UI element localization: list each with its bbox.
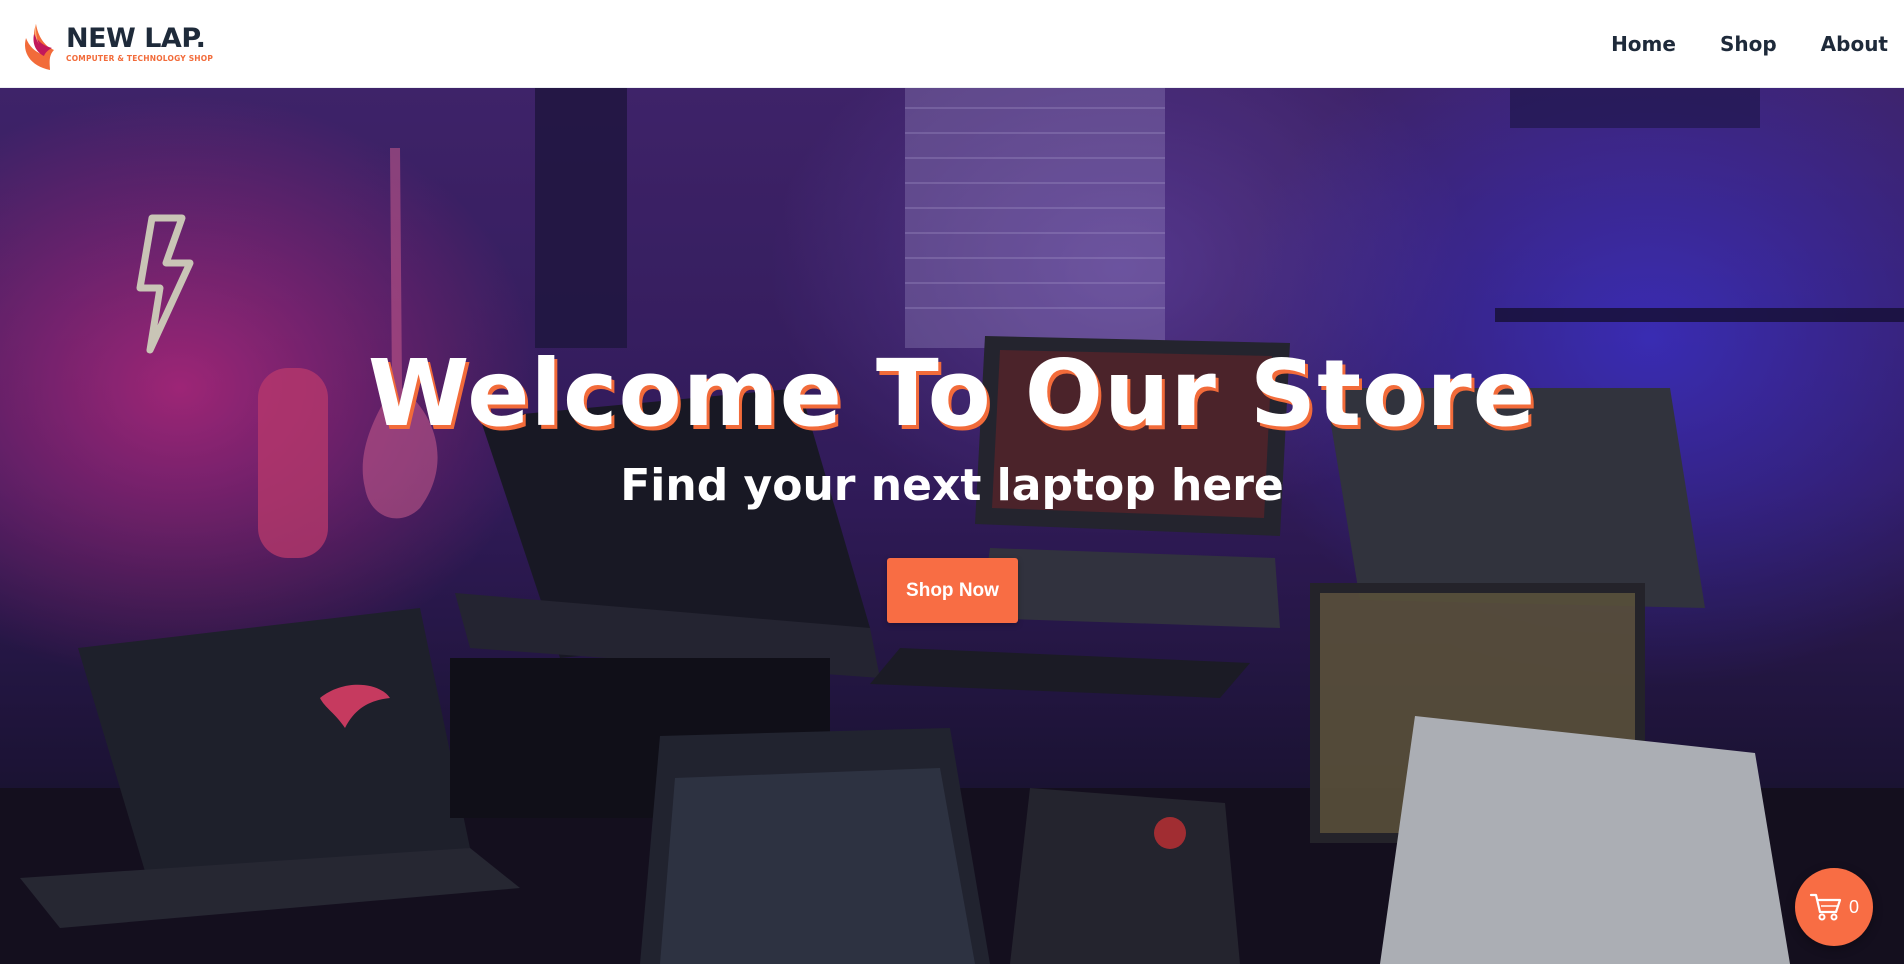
hero-overlay bbox=[0, 88, 1904, 964]
brand-tagline: COMPUTER & TECHNOLOGY SHOP bbox=[66, 53, 214, 63]
cart-count-badge: 0 bbox=[1848, 896, 1859, 917]
wing-logo-icon bbox=[25, 23, 54, 70]
brand-logo[interactable]: NEW LAP. COMPUTER & TECHNOLOGY SHOP bbox=[20, 16, 213, 72]
top-navbar: NEW LAP. COMPUTER & TECHNOLOGY SHOP Home… bbox=[0, 0, 1904, 88]
nav-link-about[interactable]: About bbox=[1821, 32, 1888, 56]
hero-banner: Welcome To Our Store Find your next lapt… bbox=[0, 88, 1904, 964]
cart-icon bbox=[1809, 893, 1842, 921]
floating-cart-button[interactable]: 0 bbox=[1795, 868, 1873, 946]
hero-subtitle: Find your next laptop here bbox=[620, 460, 1284, 511]
main-nav: Home Shop About bbox=[1611, 32, 1888, 56]
hero-title: Welcome To Our Store bbox=[367, 340, 1537, 447]
brand-name: NEW LAP. bbox=[66, 22, 206, 54]
nav-link-shop[interactable]: Shop bbox=[1720, 32, 1777, 56]
nav-link-home[interactable]: Home bbox=[1611, 32, 1676, 56]
shop-now-button[interactable]: Shop Now bbox=[887, 558, 1018, 623]
brand-text: NEW LAP. COMPUTER & TECHNOLOGY SHOP bbox=[66, 22, 214, 65]
